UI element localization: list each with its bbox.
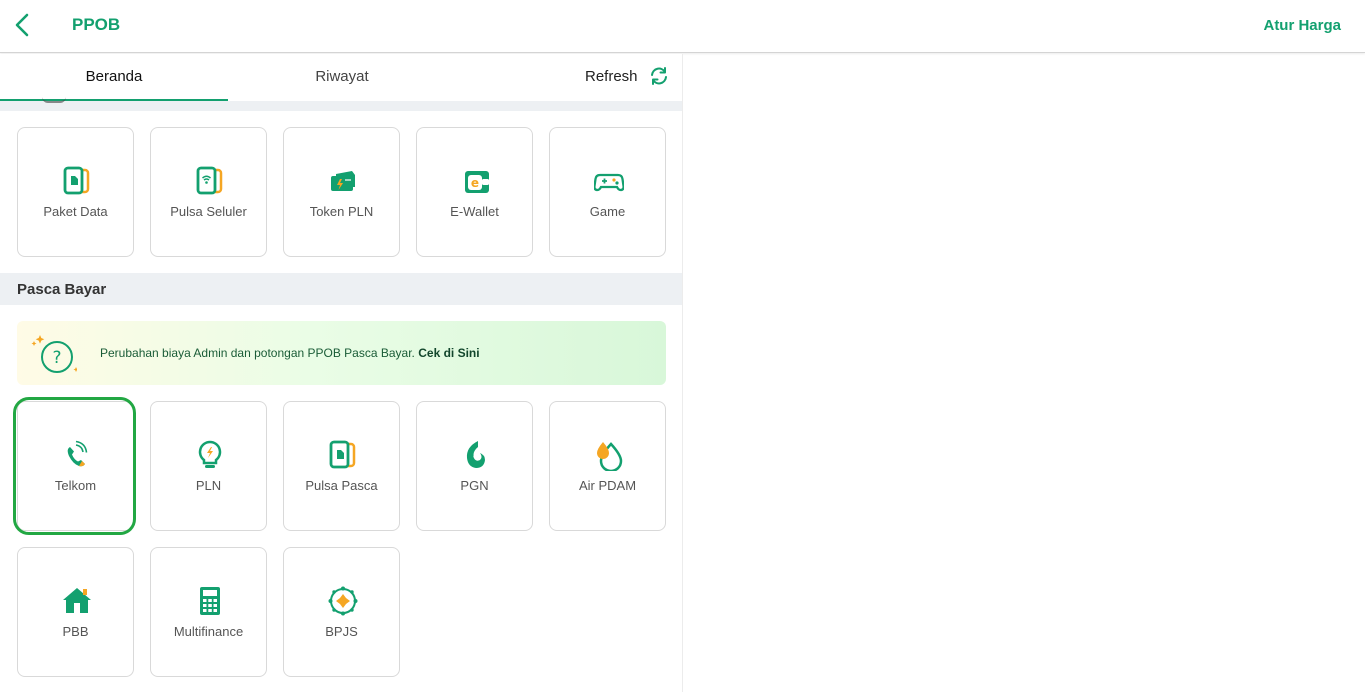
section-title: Pasca Bayar xyxy=(17,281,107,298)
banner-message: Perubahan biaya Admin dan potongan PPOB … xyxy=(100,346,480,360)
tab-bar: Beranda Riwayat Refresh xyxy=(0,54,682,101)
card-pbb[interactable]: PBB xyxy=(17,547,134,677)
atur-harga-button[interactable]: Atur Harga xyxy=(1263,17,1341,34)
card-pln[interactable]: PLN xyxy=(150,401,267,531)
card-game[interactable]: Game xyxy=(549,127,666,257)
card-e-wallet[interactable]: e E-Wallet xyxy=(416,127,533,257)
refresh-icon xyxy=(651,67,667,85)
ppob-panel: Beranda Riwayat Refresh Paket Data Pulsa… xyxy=(0,54,683,692)
banner-text: Perubahan biaya Admin dan potongan PPOB … xyxy=(100,346,415,360)
gamepad-icon xyxy=(594,173,624,192)
question-sparkle-icon: ? xyxy=(31,335,77,373)
card-multifinance[interactable]: Multifinance xyxy=(150,547,267,677)
phone-signal-icon xyxy=(196,166,223,195)
sim-card-icon xyxy=(329,440,356,469)
card-label: Game xyxy=(589,204,626,219)
card-label: Pulsa Seluler xyxy=(170,204,247,219)
card-label: BPJS xyxy=(325,624,358,639)
card-label: PBB xyxy=(62,624,89,639)
page-title: PPOB xyxy=(72,15,121,34)
section-header-pasca-bayar: Pasca Bayar xyxy=(0,273,682,305)
tab-beranda[interactable]: Beranda xyxy=(0,54,228,101)
sim-card-icon xyxy=(63,166,90,195)
chevron-left-icon xyxy=(15,13,29,37)
card-label: Pulsa Pasca xyxy=(305,478,378,493)
back-button[interactable] xyxy=(10,12,36,38)
card-label: E-Wallet xyxy=(450,204,499,219)
lightbulb-icon xyxy=(198,440,222,468)
card-air-pdam[interactable]: Air PDAM xyxy=(549,401,666,531)
card-label: Multifinance xyxy=(173,624,244,639)
tab-riwayat[interactable]: Riwayat xyxy=(228,54,456,101)
card-pulsa-seluler[interactable]: Pulsa Seluler xyxy=(150,127,267,257)
water-drop-icon xyxy=(597,442,623,471)
calculator-icon xyxy=(200,587,220,615)
card-label: Telkom xyxy=(54,478,97,493)
card-label: Air PDAM xyxy=(578,478,637,493)
bpjs-logo-icon xyxy=(328,586,358,616)
svg-text:?: ? xyxy=(52,348,61,368)
section-header-prabayar xyxy=(0,101,682,111)
card-paket-data[interactable]: Paket Data xyxy=(17,127,134,257)
info-banner[interactable]: ? Perubahan biaya Admin dan potongan PPO… xyxy=(17,321,666,385)
svg-text:e: e xyxy=(471,176,479,190)
top-bar: PPOB Atur Harga xyxy=(0,0,1365,53)
refresh-label: Refresh xyxy=(585,68,638,85)
card-pulsa-pasca[interactable]: Pulsa Pasca xyxy=(283,401,400,531)
electric-token-icon xyxy=(331,171,355,191)
card-telkom[interactable]: Telkom xyxy=(17,401,134,531)
card-label: PLN xyxy=(195,478,222,493)
house-icon xyxy=(63,588,91,613)
card-token-pln[interactable]: Token PLN xyxy=(283,127,400,257)
card-label: PGN xyxy=(460,478,489,493)
card-bpjs[interactable]: BPJS xyxy=(283,547,400,677)
card-pgn[interactable]: PGN xyxy=(416,401,533,531)
card-label: Token PLN xyxy=(309,204,374,219)
gas-flame-icon xyxy=(466,441,485,468)
wallet-icon: e xyxy=(465,171,489,193)
card-label: Paket Data xyxy=(43,204,108,219)
telephone-icon xyxy=(67,440,88,467)
banner-link[interactable]: Cek di Sini xyxy=(418,346,479,360)
refresh-button[interactable]: Refresh xyxy=(585,54,670,101)
